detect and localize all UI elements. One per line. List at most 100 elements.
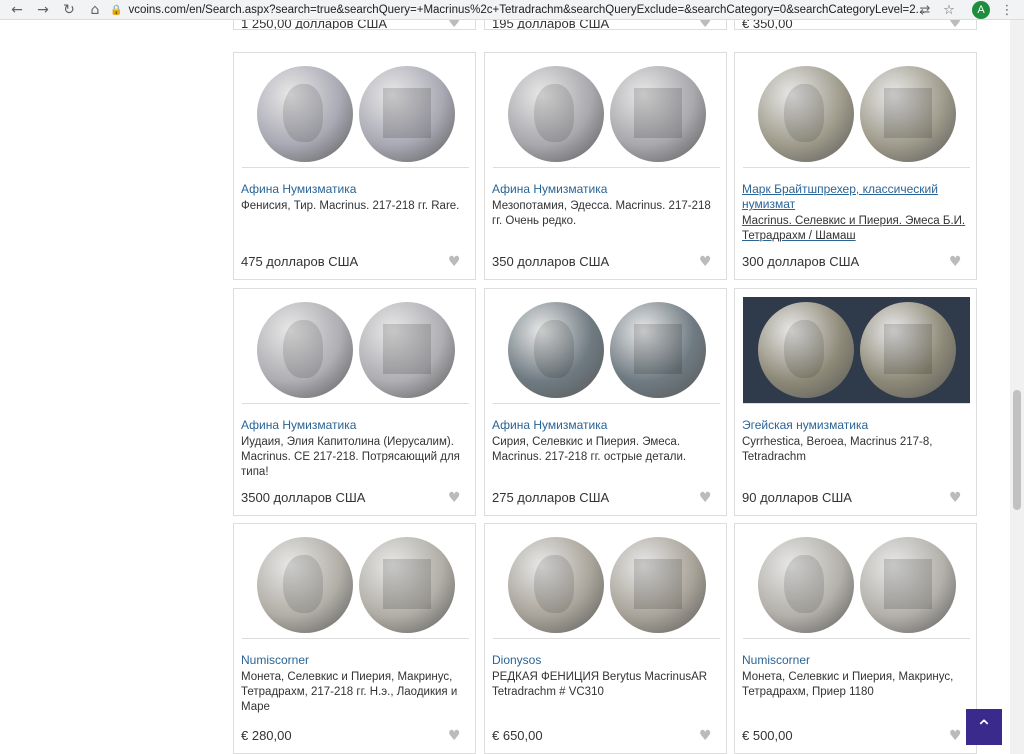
browser-toolbar: ← → ↻ ⌂ 🔒 vcoins.com/en/Search.aspx?sear…: [0, 0, 1024, 20]
product-card[interactable]: Марк Брайтшпрехер, классический нумизмат…: [734, 52, 977, 280]
seller-name[interactable]: Numiscorner: [241, 653, 469, 668]
product-card-prev[interactable]: 1 250,00 долларов США ♥: [233, 20, 476, 30]
coin-obverse: [507, 302, 604, 398]
coin-image[interactable]: [493, 297, 720, 404]
seller-name[interactable]: Эгейская нумизматика: [742, 418, 970, 433]
heart-icon[interactable]: ♥: [448, 255, 462, 269]
profile-avatar[interactable]: A: [972, 1, 990, 19]
search-results: 1 250,00 долларов США ♥ 195 долларов США…: [0, 20, 1010, 754]
product-description[interactable]: Монета, Селевкис и Пиерия, Макринус, Тет…: [241, 670, 469, 715]
seller-link[interactable]: Numiscorner Монета, Селевкис и Пиерия, Ма…: [742, 653, 970, 700]
coin-obverse: [757, 302, 854, 398]
product-description[interactable]: Мезопотамия, Эдесса. Macrinus. 217-218 г…: [492, 199, 720, 229]
product-description[interactable]: Cyrrhestica, Beroea, Macrinus 217-8, Tet…: [742, 435, 970, 465]
coin-reverse: [609, 302, 706, 398]
forward-arrow-icon[interactable]: →: [30, 0, 56, 20]
coin-reverse: [859, 66, 956, 162]
coin-reverse: [859, 537, 956, 633]
seller-link[interactable]: Марк Брайтшпрехер, классический нумизмат…: [742, 182, 970, 244]
product-price: € 350,00: [742, 20, 793, 30]
seller-link[interactable]: Афина Нумизматика Мезопотамия, Эдесса. Ma…: [492, 182, 720, 229]
seller-link[interactable]: Эгейская нумизматика Cyrrhestica, Beroea,…: [742, 418, 970, 465]
menu-kebab-icon[interactable]: ⋮: [996, 0, 1018, 20]
address-url: vcoins.com/en/Search.aspx?search=true&se…: [128, 4, 926, 16]
coin-reverse: [358, 537, 455, 633]
seller-name[interactable]: Марк Брайтшпрехер, классический нумизмат: [742, 182, 970, 212]
product-description[interactable]: Монета, Селевкис и Пиерия, Макринус, Тет…: [742, 670, 970, 700]
page-scrollbar[interactable]: [1010, 20, 1024, 754]
heart-icon[interactable]: ♥: [949, 255, 963, 269]
coin-image[interactable]: [743, 532, 970, 639]
product-card[interactable]: Dionysos РЕДКАЯ ФЕНИЦИЯ Berytus MacrinusA…: [484, 523, 727, 754]
seller-link[interactable]: Афина Нумизматика Иудаия, Элия Капитолина…: [241, 418, 469, 480]
coin-reverse: [859, 302, 956, 398]
product-price: 275 долларов США: [492, 490, 610, 505]
coin-reverse: [358, 66, 455, 162]
coin-obverse: [256, 302, 353, 398]
coin-image[interactable]: [493, 61, 720, 168]
back-arrow-icon[interactable]: ←: [4, 0, 30, 20]
heart-icon[interactable]: ♥: [699, 255, 713, 269]
seller-link[interactable]: Dionysos РЕДКАЯ ФЕНИЦИЯ Berytus MacrinusA…: [492, 653, 720, 700]
seller-link[interactable]: Numiscorner Монета, Селевкис и Пиерия, Ма…: [241, 653, 469, 715]
translate-icon[interactable]: ⇄: [914, 0, 936, 20]
coin-image[interactable]: [493, 532, 720, 639]
heart-icon[interactable]: ♥: [949, 491, 963, 505]
seller-link[interactable]: Афина Нумизматика Фенисия, Тир. Macrinus.…: [241, 182, 469, 214]
product-description[interactable]: Macrinus. Селевкис и Пиерия. Эмеса Б.И. …: [742, 214, 970, 244]
product-description[interactable]: Фенисия, Тир. Macrinus. 217-218 гг. Rare…: [241, 199, 469, 214]
coin-obverse: [757, 66, 854, 162]
coin-obverse: [256, 66, 353, 162]
coin-reverse: [358, 302, 455, 398]
product-card[interactable]: Афина Нумизматика Сирия, Селевкис и Пиери…: [484, 288, 727, 516]
product-card[interactable]: Афина Нумизматика Мезопотамия, Эдесса. Ma…: [484, 52, 727, 280]
product-card-prev[interactable]: 195 долларов США ♥: [484, 20, 727, 30]
seller-link[interactable]: Афина Нумизматика Сирия, Селевкис и Пиери…: [492, 418, 720, 465]
product-price: 90 долларов США: [742, 490, 852, 505]
coin-obverse: [507, 537, 604, 633]
coin-obverse: [256, 537, 353, 633]
product-card-prev[interactable]: € 350,00 ♥: [734, 20, 977, 30]
product-price: 1 250,00 долларов США: [241, 20, 388, 30]
seller-name[interactable]: Афина Нумизматика: [492, 418, 720, 433]
seller-name[interactable]: Афина Нумизматика: [241, 418, 469, 433]
heart-icon[interactable]: ♥: [448, 20, 462, 29]
product-price: € 500,00: [742, 728, 793, 743]
heart-icon[interactable]: ♥: [448, 729, 462, 743]
product-description[interactable]: Сирия, Селевкис и Пиерия. Эмеса. Macrinu…: [492, 435, 720, 465]
product-price: 3500 долларов США: [241, 490, 366, 505]
seller-name[interactable]: Dionysos: [492, 653, 720, 668]
coin-image[interactable]: [743, 61, 970, 168]
reload-icon[interactable]: ↻: [56, 0, 82, 20]
heart-icon[interactable]: ♥: [699, 20, 713, 29]
coin-image[interactable]: [242, 297, 469, 404]
product-description[interactable]: Иудаия, Элия Капитолина (Иерусалим). Mac…: [241, 435, 469, 480]
seller-name[interactable]: Афина Нумизматика: [492, 182, 720, 197]
coin-image[interactable]: [743, 297, 970, 404]
product-card[interactable]: Numiscorner Монета, Селевкис и Пиерия, Ма…: [734, 523, 977, 754]
product-price: 475 долларов США: [241, 254, 359, 269]
product-card[interactable]: Афина Нумизматика Иудаия, Элия Капитолина…: [233, 288, 476, 516]
product-price: € 650,00: [492, 728, 543, 743]
heart-icon[interactable]: ♥: [949, 729, 963, 743]
home-icon[interactable]: ⌂: [82, 0, 108, 20]
coin-image[interactable]: [242, 61, 469, 168]
product-card[interactable]: Эгейская нумизматика Cyrrhestica, Beroea,…: [734, 288, 977, 516]
seller-name[interactable]: Numiscorner: [742, 653, 970, 668]
heart-icon[interactable]: ♥: [699, 729, 713, 743]
back-to-top-button[interactable]: ⌃: [966, 709, 1002, 745]
lock-icon: 🔒: [110, 4, 123, 16]
heart-icon[interactable]: ♥: [448, 491, 462, 505]
address-bar[interactable]: 🔒 vcoins.com/en/Search.aspx?search=true&…: [110, 0, 960, 20]
seller-name[interactable]: Афина Нумизматика: [241, 182, 469, 197]
product-price: 195 долларов США: [492, 20, 610, 30]
heart-icon[interactable]: ♥: [699, 491, 713, 505]
product-card[interactable]: Афина Нумизматика Фенисия, Тир. Macrinus.…: [233, 52, 476, 280]
bookmark-star-icon[interactable]: ☆: [938, 0, 960, 20]
scrollbar-thumb[interactable]: [1013, 390, 1021, 510]
coin-image[interactable]: [242, 532, 469, 639]
heart-icon[interactable]: ♥: [949, 20, 963, 29]
coin-obverse: [507, 66, 604, 162]
product-card[interactable]: Numiscorner Монета, Селевкис и Пиерия, Ма…: [233, 523, 476, 754]
product-description[interactable]: РЕДКАЯ ФЕНИЦИЯ Berytus MacrinusAR Tetrad…: [492, 670, 720, 700]
